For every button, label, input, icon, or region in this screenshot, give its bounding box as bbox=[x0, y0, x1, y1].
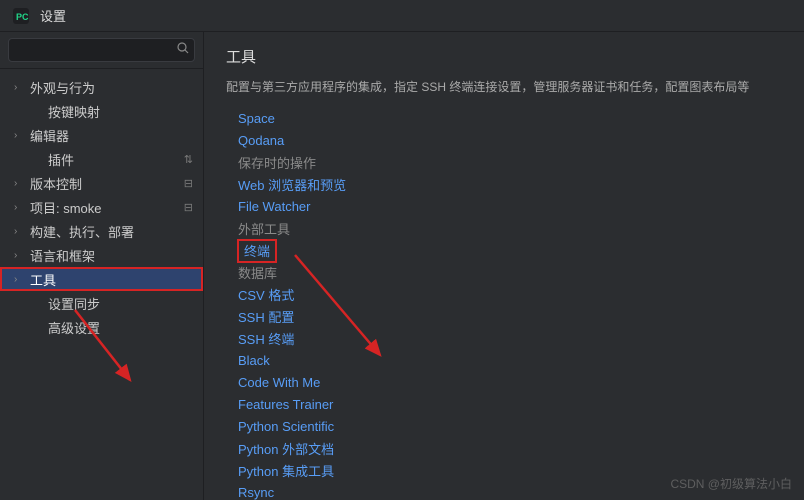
sidebar-badge-icon: ⊟ bbox=[184, 177, 193, 190]
sidebar-item-2[interactable]: › 编辑器 bbox=[0, 123, 203, 147]
chevron-right-icon: › bbox=[14, 226, 26, 237]
sidebar-item-0[interactable]: › 外观与行为 bbox=[0, 75, 203, 99]
link-item-1[interactable]: Qodana bbox=[238, 130, 284, 152]
search-wrap bbox=[0, 32, 203, 69]
link-item-12[interactable]: Code With Me bbox=[238, 372, 320, 394]
link-item-4[interactable]: File Watcher bbox=[238, 196, 310, 218]
link-item-14[interactable]: Python Scientific bbox=[238, 416, 334, 438]
sidebar-item-3[interactable]: 插件 ⇅ bbox=[0, 147, 203, 171]
content-desc: 配置与第三方应用程序的集成，指定 SSH 终端连接设置，管理服务器证书和任务，配… bbox=[226, 79, 782, 96]
link-item-5[interactable]: 外部工具 bbox=[238, 218, 290, 240]
link-item-10[interactable]: SSH 终端 bbox=[238, 328, 294, 350]
sidebar-item-label: 版本控制 bbox=[30, 174, 82, 193]
sidebar-item-label: 按键映射 bbox=[48, 102, 100, 121]
titlebar: PC 设置 bbox=[0, 0, 804, 32]
link-item-3[interactable]: Web 浏览器和预览 bbox=[238, 174, 346, 196]
sidebar-item-9[interactable]: 设置同步 bbox=[0, 291, 203, 315]
link-item-9[interactable]: SSH 配置 bbox=[238, 306, 294, 328]
search-input[interactable] bbox=[8, 38, 195, 62]
sidebar-item-4[interactable]: › 版本控制 ⊟ bbox=[0, 171, 203, 195]
link-item-8[interactable]: CSV 格式 bbox=[238, 284, 294, 306]
sidebar-item-5[interactable]: › 项目: smoke ⊟ bbox=[0, 195, 203, 219]
sidebar-item-label: 项目: smoke bbox=[30, 198, 102, 217]
sidebar-item-label: 工具 bbox=[30, 270, 56, 289]
sidebar-item-label: 构建、执行、部署 bbox=[30, 222, 134, 241]
chevron-right-icon: › bbox=[14, 178, 26, 189]
link-list: SpaceQodana保存时的操作Web 浏览器和预览File Watcher外… bbox=[226, 108, 782, 500]
search-icon bbox=[177, 42, 189, 57]
sidebar-item-label: 插件 bbox=[48, 150, 74, 169]
sidebar-item-10[interactable]: 高级设置 bbox=[0, 315, 203, 339]
content-panel: 工具 配置与第三方应用程序的集成，指定 SSH 终端连接设置，管理服务器证书和任… bbox=[204, 32, 804, 500]
link-item-6[interactable]: 终端 bbox=[238, 240, 276, 262]
link-item-16[interactable]: Python 集成工具 bbox=[238, 460, 334, 482]
link-item-7[interactable]: 数据库 bbox=[238, 262, 277, 284]
link-item-13[interactable]: Features Trainer bbox=[238, 394, 333, 416]
content-title: 工具 bbox=[226, 46, 782, 67]
sidebar-item-1[interactable]: 按键映射 bbox=[0, 99, 203, 123]
chevron-right-icon: › bbox=[14, 130, 26, 141]
link-item-17[interactable]: Rsync bbox=[238, 482, 274, 500]
link-item-15[interactable]: Python 外部文档 bbox=[238, 438, 334, 460]
sidebar-item-label: 高级设置 bbox=[48, 318, 100, 337]
sidebar-item-label: 外观与行为 bbox=[30, 78, 95, 97]
sidebar: › 外观与行为按键映射 › 编辑器插件 ⇅ › 版本控制 ⊟ › 项目: smoke ⊟ › 构建、执行… bbox=[0, 32, 204, 500]
sidebar-item-6[interactable]: › 构建、执行、部署 bbox=[0, 219, 203, 243]
app-icon: PC bbox=[12, 7, 30, 25]
chevron-right-icon: › bbox=[14, 274, 26, 285]
sidebar-badge-icon: ⇅ bbox=[184, 153, 193, 166]
link-item-11[interactable]: Black bbox=[238, 350, 270, 372]
svg-text:PC: PC bbox=[16, 12, 29, 22]
sidebar-item-label: 语言和框架 bbox=[30, 246, 95, 265]
link-item-2[interactable]: 保存时的操作 bbox=[238, 152, 316, 174]
sidebar-item-label: 编辑器 bbox=[30, 126, 69, 145]
settings-tree: › 外观与行为按键映射 › 编辑器插件 ⇅ › 版本控制 ⊟ › 项目: smoke ⊟ › 构建、执行… bbox=[0, 69, 203, 345]
chevron-right-icon: › bbox=[14, 250, 26, 261]
chevron-right-icon: › bbox=[14, 202, 26, 213]
link-item-0[interactable]: Space bbox=[238, 108, 275, 130]
sidebar-item-label: 设置同步 bbox=[48, 294, 100, 313]
watermark: CSDN @初级算法小白 bbox=[670, 475, 792, 492]
sidebar-badge-icon: ⊟ bbox=[184, 201, 193, 214]
window-title: 设置 bbox=[40, 6, 66, 25]
sidebar-item-7[interactable]: › 语言和框架 bbox=[0, 243, 203, 267]
chevron-right-icon: › bbox=[14, 82, 26, 93]
sidebar-item-8[interactable]: › 工具 bbox=[0, 267, 203, 291]
